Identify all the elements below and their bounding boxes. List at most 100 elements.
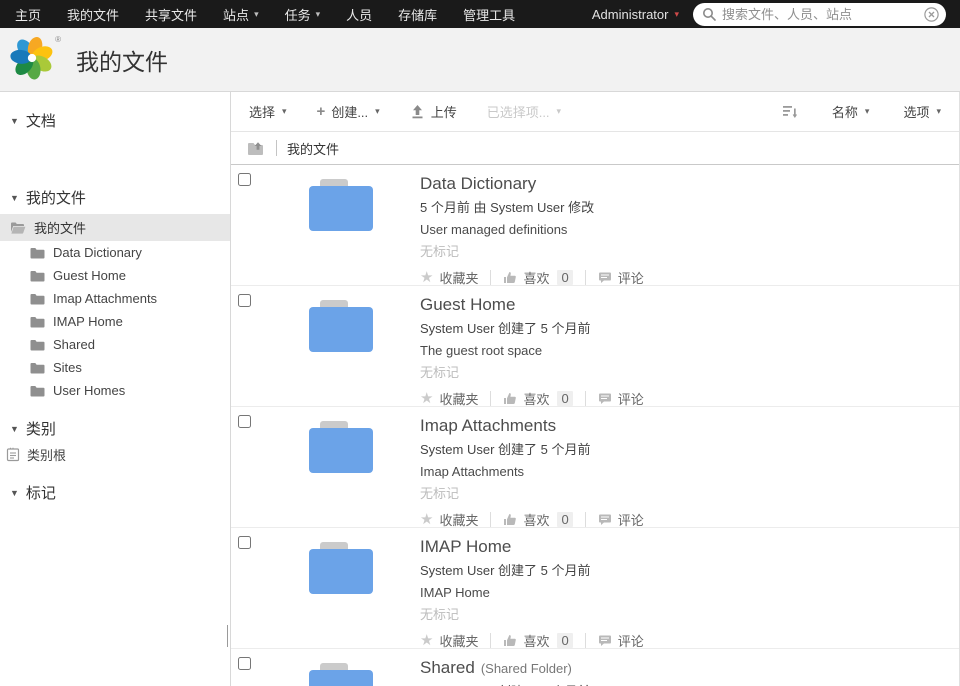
tree-folder-item[interactable]: Shared <box>0 333 230 356</box>
row-checkbox[interactable] <box>238 173 251 186</box>
file-description: IMAP Home <box>420 585 490 600</box>
like-button[interactable]: 喜欢 0 <box>503 268 573 287</box>
flower-petals <box>10 36 53 80</box>
clear-search-icon[interactable] <box>924 6 939 22</box>
breadcrumb-current[interactable]: 我的文件 <box>287 139 339 158</box>
file-list: Data Dictionary 5 个月前 由 System User 修改 U… <box>231 165 959 686</box>
like-button[interactable]: 喜欢 0 <box>503 510 573 529</box>
nav-item-人员[interactable]: 人员 <box>333 0 385 28</box>
alfresco-logo: ® <box>8 34 61 86</box>
file-info: Guest Home System User 创建了 5 个月前 The gue… <box>420 293 959 408</box>
nav-item-主页[interactable]: 主页 <box>2 0 54 28</box>
search-input[interactable] <box>716 6 924 22</box>
comment-button[interactable]: 评论 <box>598 389 644 408</box>
file-name-link[interactable]: Data Dictionary <box>420 174 536 193</box>
row-checkbox[interactable] <box>238 536 251 549</box>
comment-icon <box>598 393 611 404</box>
action-divider <box>490 270 492 285</box>
favorite-button[interactable]: ★ 收藏夹 <box>420 389 478 408</box>
thumbs-up-icon <box>504 514 517 525</box>
comment-button[interactable]: 评论 <box>598 510 644 529</box>
favorite-button[interactable]: ★ 收藏夹 <box>420 631 478 650</box>
library-section-header[interactable]: ▼ 我的文件 <box>0 185 230 212</box>
comment-button[interactable]: 评论 <box>598 631 644 650</box>
tree-folder-item[interactable]: Sites <box>0 356 230 379</box>
open-folder-icon <box>11 222 26 234</box>
folder-thumbnail[interactable] <box>308 178 374 235</box>
tree-folder-item[interactable]: Data Dictionary <box>0 241 230 264</box>
nav-item-站点[interactable]: 站点 ▾ <box>210 0 272 28</box>
row-checkbox[interactable] <box>238 657 251 670</box>
thumbs-up-icon <box>504 635 517 646</box>
file-info: Shared(Shared Folder) System User 创建了 5 … <box>420 656 959 686</box>
favorite-button[interactable]: ★ 收藏夹 <box>420 268 478 287</box>
folder-icon <box>30 339 45 350</box>
nav-item-管理工具[interactable]: 管理工具 <box>450 0 528 28</box>
folder-thumbnail[interactable] <box>308 420 374 477</box>
folder-up-icon[interactable] <box>247 141 266 156</box>
create-button[interactable]: + 创建... ▾ <box>317 102 380 121</box>
tree-folder-item[interactable]: Imap Attachments <box>0 287 230 310</box>
file-description: Imap Attachments <box>420 464 525 479</box>
selected-items-button[interactable]: 已选择项... ▾ <box>487 102 561 121</box>
tree-folder-item[interactable]: User Homes <box>0 379 230 402</box>
folder-thumbnail[interactable] <box>308 541 374 598</box>
category-item[interactable]: 类别根 <box>0 443 230 466</box>
row-checkbox[interactable] <box>238 415 251 428</box>
comment-icon <box>598 514 611 525</box>
top-nav-bar: 主页 我的文件 共享文件 站点 ▾ 任务 ▾ 人员 存储库 管理工具 Admin… <box>0 0 960 28</box>
file-name-link[interactable]: Guest Home <box>420 295 515 314</box>
tags-section-header[interactable]: ▼ 标记 <box>0 480 230 507</box>
tree-folder-item[interactable]: Guest Home <box>0 264 230 287</box>
search-box[interactable] <box>693 2 946 26</box>
file-name-link[interactable]: IMAP Home <box>420 537 511 556</box>
sort-field-button[interactable]: 名称 ▾ <box>832 102 870 121</box>
upload-button[interactable]: 上传 <box>410 102 457 121</box>
like-button[interactable]: 喜欢 0 <box>503 631 573 650</box>
options-button[interactable]: 选项 ▾ <box>903 102 941 121</box>
chevron-down-icon: ▾ <box>375 106 380 116</box>
file-tags: 无标记 <box>420 365 460 380</box>
user-menu-label: Administrator <box>591 6 669 22</box>
file-actions: ★ 收藏夹 喜欢 0 评论 <box>420 631 959 650</box>
folder-thumbnail[interactable] <box>308 662 374 686</box>
file-name-link[interactable]: Imap Attachments <box>420 416 556 435</box>
action-divider <box>584 270 586 285</box>
nav-item-我的文件[interactable]: 我的文件 <box>54 0 132 28</box>
documents-section-header[interactable]: ▼ 文档 <box>0 108 230 135</box>
nav-item-存储库[interactable]: 存储库 <box>385 0 450 28</box>
sidebar-filter-link[interactable] <box>0 165 230 171</box>
nav-item-共享文件[interactable]: 共享文件 <box>132 0 210 28</box>
file-tags: 无标记 <box>420 486 460 501</box>
tree-folder-item[interactable]: IMAP Home <box>0 310 230 333</box>
like-count: 0 <box>557 391 573 406</box>
twisty-icon: ▼ <box>10 115 19 126</box>
folder-thumbnail[interactable] <box>308 299 374 356</box>
user-menu[interactable]: Administrator ▾ <box>578 7 693 22</box>
comment-button[interactable]: 评论 <box>598 268 644 287</box>
file-name-link[interactable]: Shared <box>420 658 475 677</box>
folder-icon <box>30 362 45 373</box>
chevron-down-icon: ▾ <box>936 106 941 116</box>
sort-direction-icon[interactable] <box>782 105 798 119</box>
select-button[interactable]: 选择 ▾ <box>249 102 287 121</box>
star-icon: ★ <box>420 390 434 407</box>
thumbs-up-icon <box>504 272 517 283</box>
nav-items: 主页 我的文件 共享文件 站点 ▾ 任务 ▾ 人员 存储库 管理工具 <box>2 0 528 28</box>
sidebar-section-library: ▼ 我的文件 我的文件 Data Dictionary Guest Home I… <box>0 185 230 402</box>
like-button[interactable]: 喜欢 0 <box>503 389 573 408</box>
sidebar-resize-handle[interactable] <box>225 619 230 653</box>
star-icon: ★ <box>420 269 434 286</box>
tree-root-my-files[interactable]: 我的文件 <box>0 214 230 241</box>
file-info: Imap Attachments System User 创建了 5 个月前 I… <box>420 414 959 529</box>
favorite-button[interactable]: ★ 收藏夹 <box>420 510 478 529</box>
breadcrumb-divider <box>276 140 277 156</box>
action-divider <box>584 391 586 406</box>
nav-item-任务[interactable]: 任务 ▾ <box>272 0 334 28</box>
categories-section-header[interactable]: ▼ 类别 <box>0 416 230 443</box>
table-row: Imap Attachments System User 创建了 5 个月前 I… <box>231 407 959 528</box>
row-checkbox[interactable] <box>238 294 251 307</box>
file-name: Guest Home <box>420 293 959 318</box>
folder-icon <box>30 270 45 281</box>
chevron-down-icon: ▾ <box>315 8 321 19</box>
